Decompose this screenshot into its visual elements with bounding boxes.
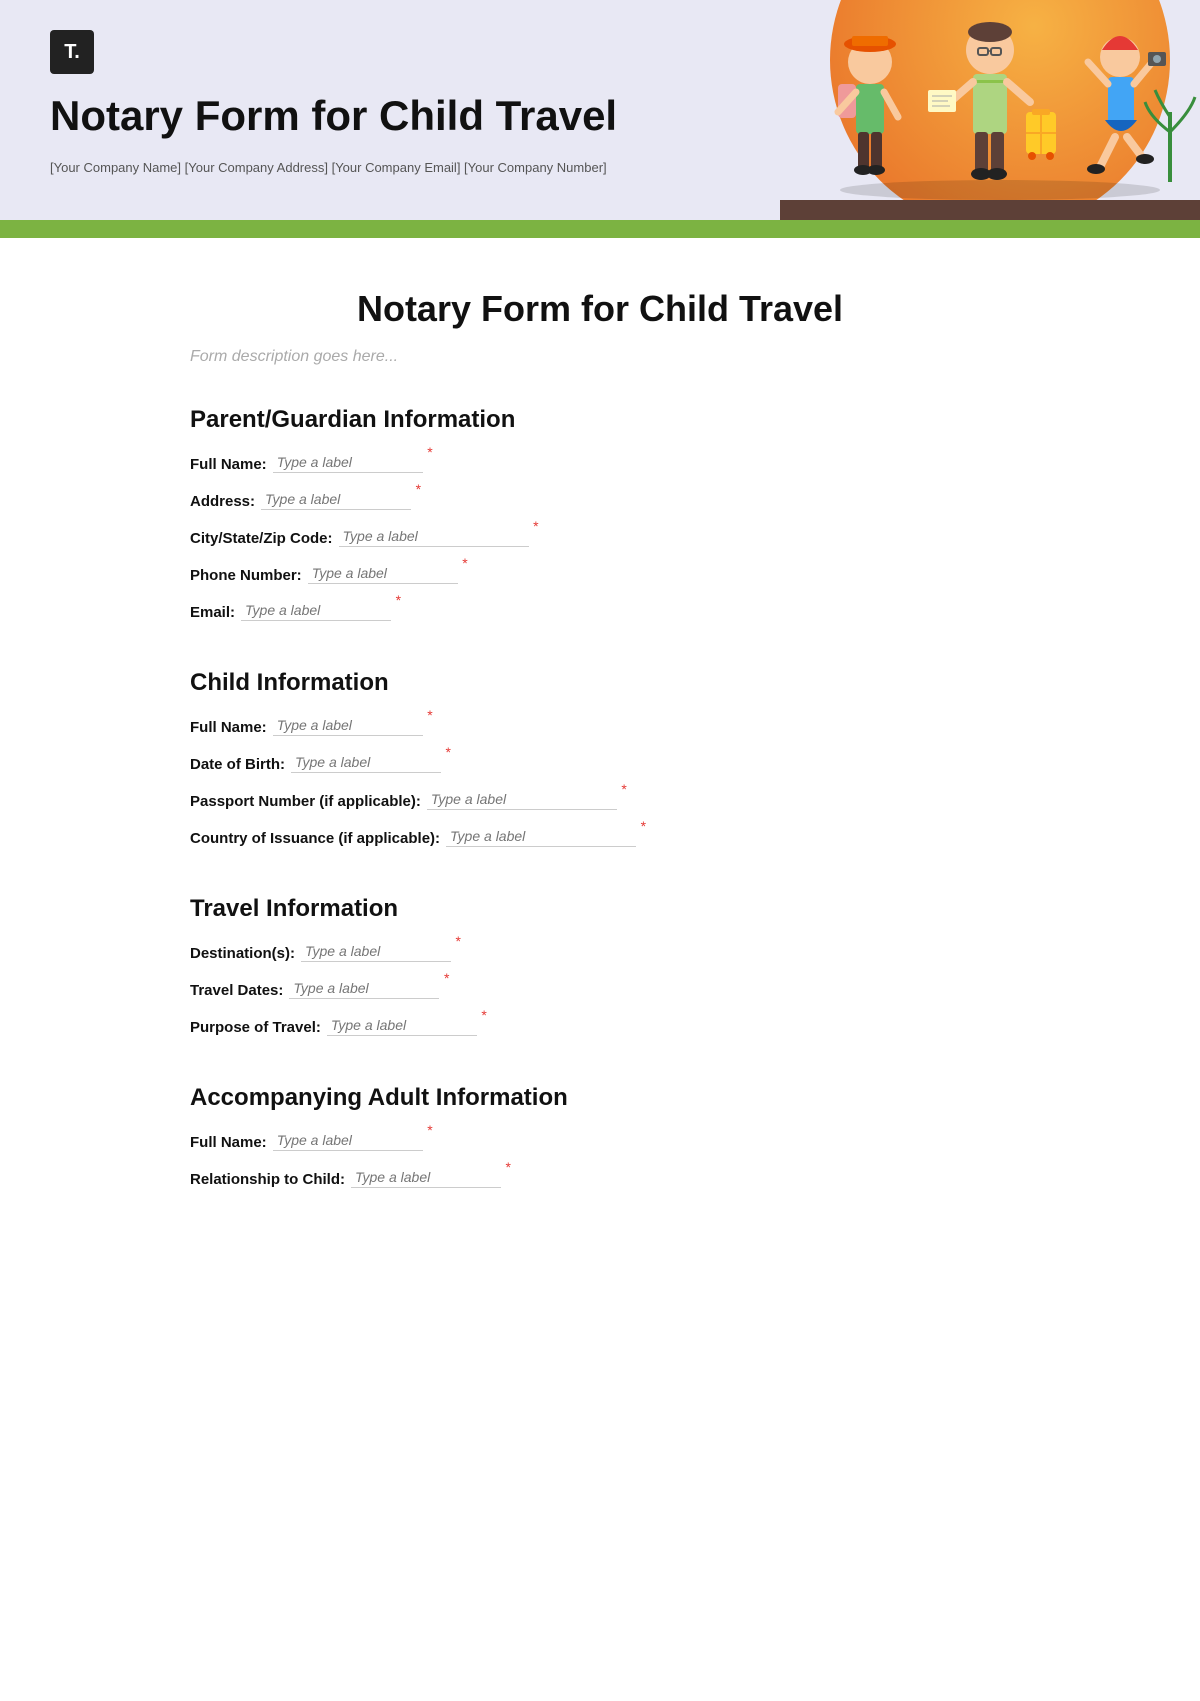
field-input-wrapper-fullname-parent: * bbox=[273, 452, 423, 473]
section-title-child-info: Child Information bbox=[190, 669, 1010, 697]
field-label-city-parent: City/State/Zip Code: bbox=[190, 530, 333, 547]
field-input-country-child[interactable] bbox=[446, 826, 636, 847]
illustration-ground bbox=[780, 200, 1200, 220]
field-label-travel-dates: Travel Dates: bbox=[190, 982, 283, 999]
field-label-email-parent: Email: bbox=[190, 604, 235, 621]
field-row-phone-parent: Phone Number: * bbox=[190, 563, 1010, 584]
field-row-fullname-parent: Full Name: * bbox=[190, 452, 1010, 473]
field-input-wrapper-address-parent: * bbox=[261, 489, 411, 510]
field-row-purpose: Purpose of Travel: * bbox=[190, 1015, 1010, 1036]
field-input-relationship-adult[interactable] bbox=[351, 1167, 501, 1188]
field-label-fullname-parent: Full Name: bbox=[190, 456, 267, 473]
logo: T. bbox=[50, 30, 94, 74]
field-row-country-child: Country of Issuance (if applicable): * bbox=[190, 826, 1010, 847]
field-row-email-parent: Email: * bbox=[190, 600, 1010, 621]
main-content: Notary Form for Child Travel Form descri… bbox=[150, 238, 1050, 1296]
field-input-passport-child[interactable] bbox=[427, 789, 617, 810]
field-input-wrapper-relationship-adult: * bbox=[351, 1167, 501, 1188]
field-input-fullname-child[interactable] bbox=[273, 715, 423, 736]
required-star-fullname-adult: * bbox=[427, 1122, 432, 1138]
field-input-wrapper-travel-dates: * bbox=[289, 978, 439, 999]
field-label-fullname-adult: Full Name: bbox=[190, 1134, 267, 1151]
field-row-fullname-child: Full Name: * bbox=[190, 715, 1010, 736]
field-input-travel-dates[interactable] bbox=[289, 978, 439, 999]
field-row-city-parent: City/State/Zip Code: * bbox=[190, 526, 1010, 547]
field-input-wrapper-fullname-adult: * bbox=[273, 1130, 423, 1151]
section-parent-guardian: Parent/Guardian Information Full Name: *… bbox=[190, 406, 1010, 621]
required-star-fullname-child: * bbox=[427, 707, 432, 723]
field-row-travel-dates: Travel Dates: * bbox=[190, 978, 1010, 999]
field-label-purpose: Purpose of Travel: bbox=[190, 1019, 321, 1036]
required-star-country-child: * bbox=[641, 818, 646, 834]
field-input-purpose[interactable] bbox=[327, 1015, 477, 1036]
required-star-phone-parent: * bbox=[462, 555, 467, 571]
required-star-fullname-parent: * bbox=[427, 444, 432, 460]
field-row-address-parent: Address: * bbox=[190, 489, 1010, 510]
required-star-city-parent: * bbox=[533, 518, 538, 534]
traveler-illustration bbox=[780, 2, 1200, 202]
field-row-fullname-adult: Full Name: * bbox=[190, 1130, 1010, 1151]
field-input-wrapper-fullname-child: * bbox=[273, 715, 423, 736]
header: T. Notary Form for Child Travel [Your Co… bbox=[0, 0, 1200, 220]
field-label-relationship-adult: Relationship to Child: bbox=[190, 1171, 345, 1188]
field-input-city-parent[interactable] bbox=[339, 526, 529, 547]
field-input-email-parent[interactable] bbox=[241, 600, 391, 621]
section-travel-info: Travel Information Destination(s): * Tra… bbox=[190, 895, 1010, 1036]
field-label-address-parent: Address: bbox=[190, 493, 255, 510]
field-input-phone-parent[interactable] bbox=[308, 563, 458, 584]
field-input-destinations[interactable] bbox=[301, 941, 451, 962]
header-title: Notary Form for Child Travel bbox=[50, 92, 670, 140]
header-meta: [Your Company Name] [Your Company Addres… bbox=[50, 160, 670, 195]
required-star-relationship-adult: * bbox=[506, 1159, 511, 1175]
field-input-dob-child[interactable] bbox=[291, 752, 441, 773]
field-input-wrapper-passport-child: * bbox=[427, 789, 617, 810]
field-input-fullname-parent[interactable] bbox=[273, 452, 423, 473]
header-illustration bbox=[780, 10, 1200, 220]
required-star-purpose: * bbox=[481, 1007, 486, 1023]
field-input-address-parent[interactable] bbox=[261, 489, 411, 510]
field-row-relationship-adult: Relationship to Child: * bbox=[190, 1167, 1010, 1188]
field-input-wrapper-email-parent: * bbox=[241, 600, 391, 621]
section-child-info: Child Information Full Name: * Date of B… bbox=[190, 669, 1010, 847]
section-title-parent-guardian: Parent/Guardian Information bbox=[190, 406, 1010, 434]
required-star-address-parent: * bbox=[416, 481, 421, 497]
form-main-title: Notary Form for Child Travel bbox=[190, 288, 1010, 330]
section-title-travel-info: Travel Information bbox=[190, 895, 1010, 923]
field-input-wrapper-phone-parent: * bbox=[308, 563, 458, 584]
field-row-passport-child: Passport Number (if applicable): * bbox=[190, 789, 1010, 810]
required-star-travel-dates: * bbox=[444, 970, 449, 986]
field-input-wrapper-country-child: * bbox=[446, 826, 636, 847]
field-row-destinations: Destination(s): * bbox=[190, 941, 1010, 962]
required-star-dob-child: * bbox=[446, 744, 451, 760]
required-star-passport-child: * bbox=[621, 781, 626, 797]
field-row-dob-child: Date of Birth: * bbox=[190, 752, 1010, 773]
field-input-fullname-adult[interactable] bbox=[273, 1130, 423, 1151]
field-label-passport-child: Passport Number (if applicable): bbox=[190, 793, 421, 810]
field-input-wrapper-purpose: * bbox=[327, 1015, 477, 1036]
field-label-fullname-child: Full Name: bbox=[190, 719, 267, 736]
field-input-wrapper-destinations: * bbox=[301, 941, 451, 962]
section-title-accompanying-adult: Accompanying Adult Information bbox=[190, 1084, 1010, 1112]
required-star-destinations: * bbox=[456, 933, 461, 949]
required-star-email-parent: * bbox=[396, 592, 401, 608]
accent-bar bbox=[0, 220, 1200, 238]
field-label-country-child: Country of Issuance (if applicable): bbox=[190, 830, 440, 847]
field-label-dob-child: Date of Birth: bbox=[190, 756, 285, 773]
field-input-wrapper-city-parent: * bbox=[339, 526, 529, 547]
field-label-phone-parent: Phone Number: bbox=[190, 567, 302, 584]
section-accompanying-adult: Accompanying Adult Information Full Name… bbox=[190, 1084, 1010, 1188]
form-description: Form description goes here... bbox=[190, 348, 1010, 366]
field-input-wrapper-dob-child: * bbox=[291, 752, 441, 773]
field-label-destinations: Destination(s): bbox=[190, 945, 295, 962]
